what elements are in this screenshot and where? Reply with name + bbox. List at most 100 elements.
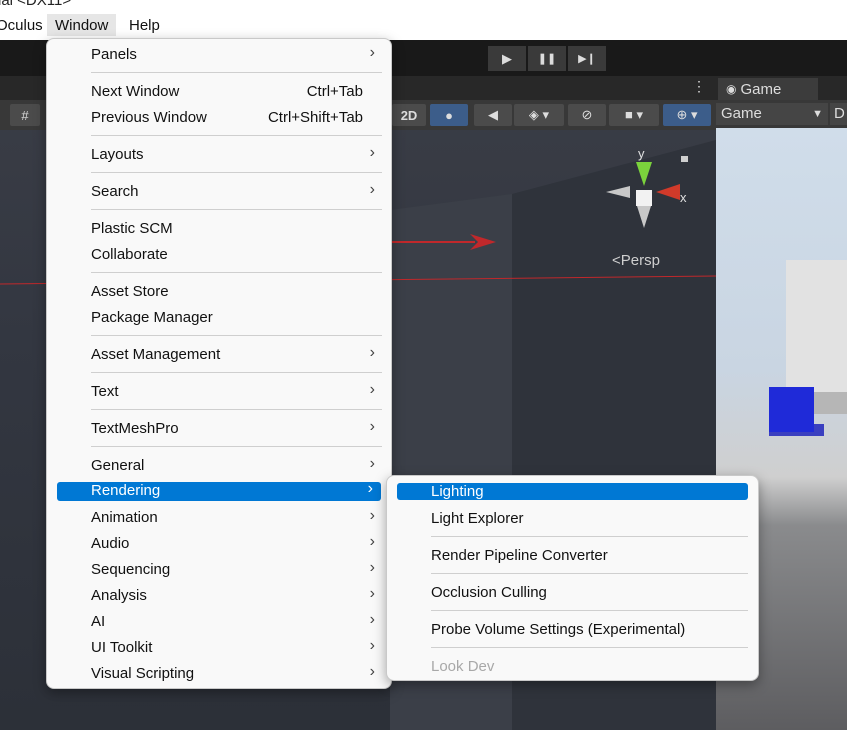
chevron-right-icon: › xyxy=(369,559,375,576)
step-button[interactable]: ▶❙ xyxy=(568,46,606,71)
step-icon: ▶❙ xyxy=(578,53,596,65)
menu-item-probe-volume-settings[interactable]: Probe Volume Settings (Experimental) xyxy=(397,619,748,641)
gizmo-y-label: y xyxy=(638,146,645,161)
camera-dropdown[interactable]: ■ ▾ xyxy=(609,104,659,126)
menu-item-visual-scripting[interactable]: Visual Scripting › xyxy=(57,663,383,685)
menu-item-label: Asset Store xyxy=(91,283,169,300)
display-dropdown-2[interactable]: D xyxy=(830,103,847,125)
pause-button[interactable]: ❚❚ xyxy=(528,46,566,71)
menu-item-layouts[interactable]: Layouts › xyxy=(57,144,383,166)
menu-separator xyxy=(431,573,748,574)
menu-item-label: Plastic SCM xyxy=(91,220,173,237)
menu-item-lighting[interactable]: Lighting xyxy=(397,483,748,500)
menu-item-animation[interactable]: Animation › xyxy=(57,507,383,529)
layers-icon: ◈ ▾ xyxy=(528,107,550,122)
chevron-right-icon: › xyxy=(369,381,375,398)
menu-separator xyxy=(91,272,382,273)
menu-item-shortcut: Ctrl+Tab xyxy=(306,83,363,100)
menu-item-label: Package Manager xyxy=(91,309,213,326)
effects-dropdown[interactable]: ◈ ▾ xyxy=(514,104,564,126)
menu-item-label: Search xyxy=(91,183,139,200)
menu-item-next-window[interactable]: Next Window Ctrl+Tab xyxy=(57,81,383,103)
chevron-down-icon: ▼ xyxy=(812,108,823,120)
chevron-right-icon: › xyxy=(369,344,375,361)
gizmo-icon: ⊕ ▾ xyxy=(676,107,698,122)
menu-item-previous-window[interactable]: Previous Window Ctrl+Shift+Tab xyxy=(57,107,383,129)
display-dropdown-2-label: D xyxy=(834,105,845,122)
menu-item-audio[interactable]: Audio › xyxy=(57,533,383,555)
menu-item-panels[interactable]: Panels › xyxy=(57,44,383,66)
more-options-icon[interactable]: ⋮ xyxy=(692,78,706,95)
audio-mute-icon: ◀ xyxy=(488,107,498,122)
grid-snap-button[interactable]: # xyxy=(10,104,40,126)
menubar: Oculus Window Help xyxy=(0,12,847,40)
chevron-right-icon: › xyxy=(369,418,375,435)
play-button[interactable]: ▶ xyxy=(488,46,526,71)
menu-item-asset-store[interactable]: Asset Store xyxy=(57,281,383,303)
menu-item-label: Animation xyxy=(91,509,158,526)
menu-item-search[interactable]: Search › xyxy=(57,181,383,203)
hidden-eye-icon: ⊘ xyxy=(581,107,593,122)
light-bulb-icon: ● xyxy=(445,107,453,123)
lighting-toggle-button[interactable]: ● xyxy=(430,104,468,126)
menu-window[interactable]: Window xyxy=(47,14,117,36)
menu-item-text[interactable]: Text › xyxy=(57,381,383,403)
display-dropdown-label: Game xyxy=(721,105,762,122)
chevron-right-icon: › xyxy=(369,181,375,198)
menu-item-plastic-scm[interactable]: Plastic SCM xyxy=(57,218,383,240)
menu-item-sequencing[interactable]: Sequencing › xyxy=(57,559,383,581)
menu-separator xyxy=(91,446,382,447)
audio-toggle-button[interactable]: ◀ xyxy=(474,104,512,126)
menu-item-rendering[interactable]: Rendering › xyxy=(57,480,381,501)
gizmo-center[interactable] xyxy=(636,190,652,206)
menu-item-label: Lighting xyxy=(431,483,484,500)
play-icon: ▶ xyxy=(502,50,512,66)
menu-item-package-manager[interactable]: Package Manager xyxy=(57,307,383,329)
toggle-2d-button[interactable]: 2D xyxy=(392,104,426,126)
menu-item-label: Rendering xyxy=(91,482,161,499)
chevron-right-icon: › xyxy=(369,455,375,472)
menu-item-shortcut: Ctrl+Shift+Tab xyxy=(267,109,363,126)
menu-item-label: TextMeshPro xyxy=(91,420,179,437)
menu-item-ui-toolkit[interactable]: UI Toolkit › xyxy=(57,637,383,659)
white-cube xyxy=(786,260,847,392)
visibility-toggle-button[interactable]: ⊘ xyxy=(568,104,606,126)
menu-item-label: Collaborate xyxy=(91,246,168,263)
menu-item-asset-management[interactable]: Asset Management › xyxy=(57,344,383,366)
menu-item-textmeshpro[interactable]: TextMeshPro › xyxy=(57,418,383,440)
menu-separator xyxy=(91,135,382,136)
menu-item-occlusion-culling[interactable]: Occlusion Culling xyxy=(397,582,748,604)
gizmos-dropdown[interactable]: ⊕ ▾ xyxy=(663,104,711,126)
menu-item-collaborate[interactable]: Collaborate xyxy=(57,244,383,266)
menu-item-label: Panels xyxy=(91,46,137,63)
menu-oculus[interactable]: Oculus xyxy=(0,17,43,34)
projection-label[interactable]: <Persp xyxy=(612,252,660,269)
display-dropdown[interactable]: Game ▼ xyxy=(716,103,828,125)
menu-item-ai[interactable]: AI › xyxy=(57,611,383,633)
menu-separator xyxy=(91,209,382,210)
menu-item-analysis[interactable]: Analysis › xyxy=(57,585,383,607)
game-tabbar: ◉ Game xyxy=(716,76,847,100)
menu-item-label: Visual Scripting xyxy=(91,665,195,682)
menu-item-light-explorer[interactable]: Light Explorer xyxy=(397,508,748,530)
menu-item-label: Light Explorer xyxy=(431,510,524,527)
camera-icon: ■ ▾ xyxy=(625,107,643,122)
menu-item-label: General xyxy=(91,457,145,474)
chevron-right-icon: › xyxy=(369,663,375,680)
gizmo-lock-icon[interactable] xyxy=(681,156,688,162)
menu-item-label: Sequencing xyxy=(91,561,171,578)
menu-item-label: UI Toolkit xyxy=(91,639,153,656)
menu-item-label: Next Window xyxy=(91,83,180,100)
menu-item-render-pipeline-converter[interactable]: Render Pipeline Converter xyxy=(397,545,748,567)
menu-separator xyxy=(91,72,382,73)
window-menu: Panels › Next Window Ctrl+Tab Previous W… xyxy=(46,38,392,689)
menu-item-label: Previous Window xyxy=(91,109,207,126)
menu-help[interactable]: Help xyxy=(129,17,160,34)
game-toolbar: Game ▼ D xyxy=(716,100,847,128)
gamepad-icon: ◉ xyxy=(726,82,737,96)
menu-item-general[interactable]: General › xyxy=(57,455,383,477)
menu-item-label: Audio xyxy=(91,535,130,552)
menu-separator xyxy=(91,172,382,173)
menu-item-label: Render Pipeline Converter xyxy=(431,547,608,564)
tab-game[interactable]: ◉ Game xyxy=(718,78,818,100)
